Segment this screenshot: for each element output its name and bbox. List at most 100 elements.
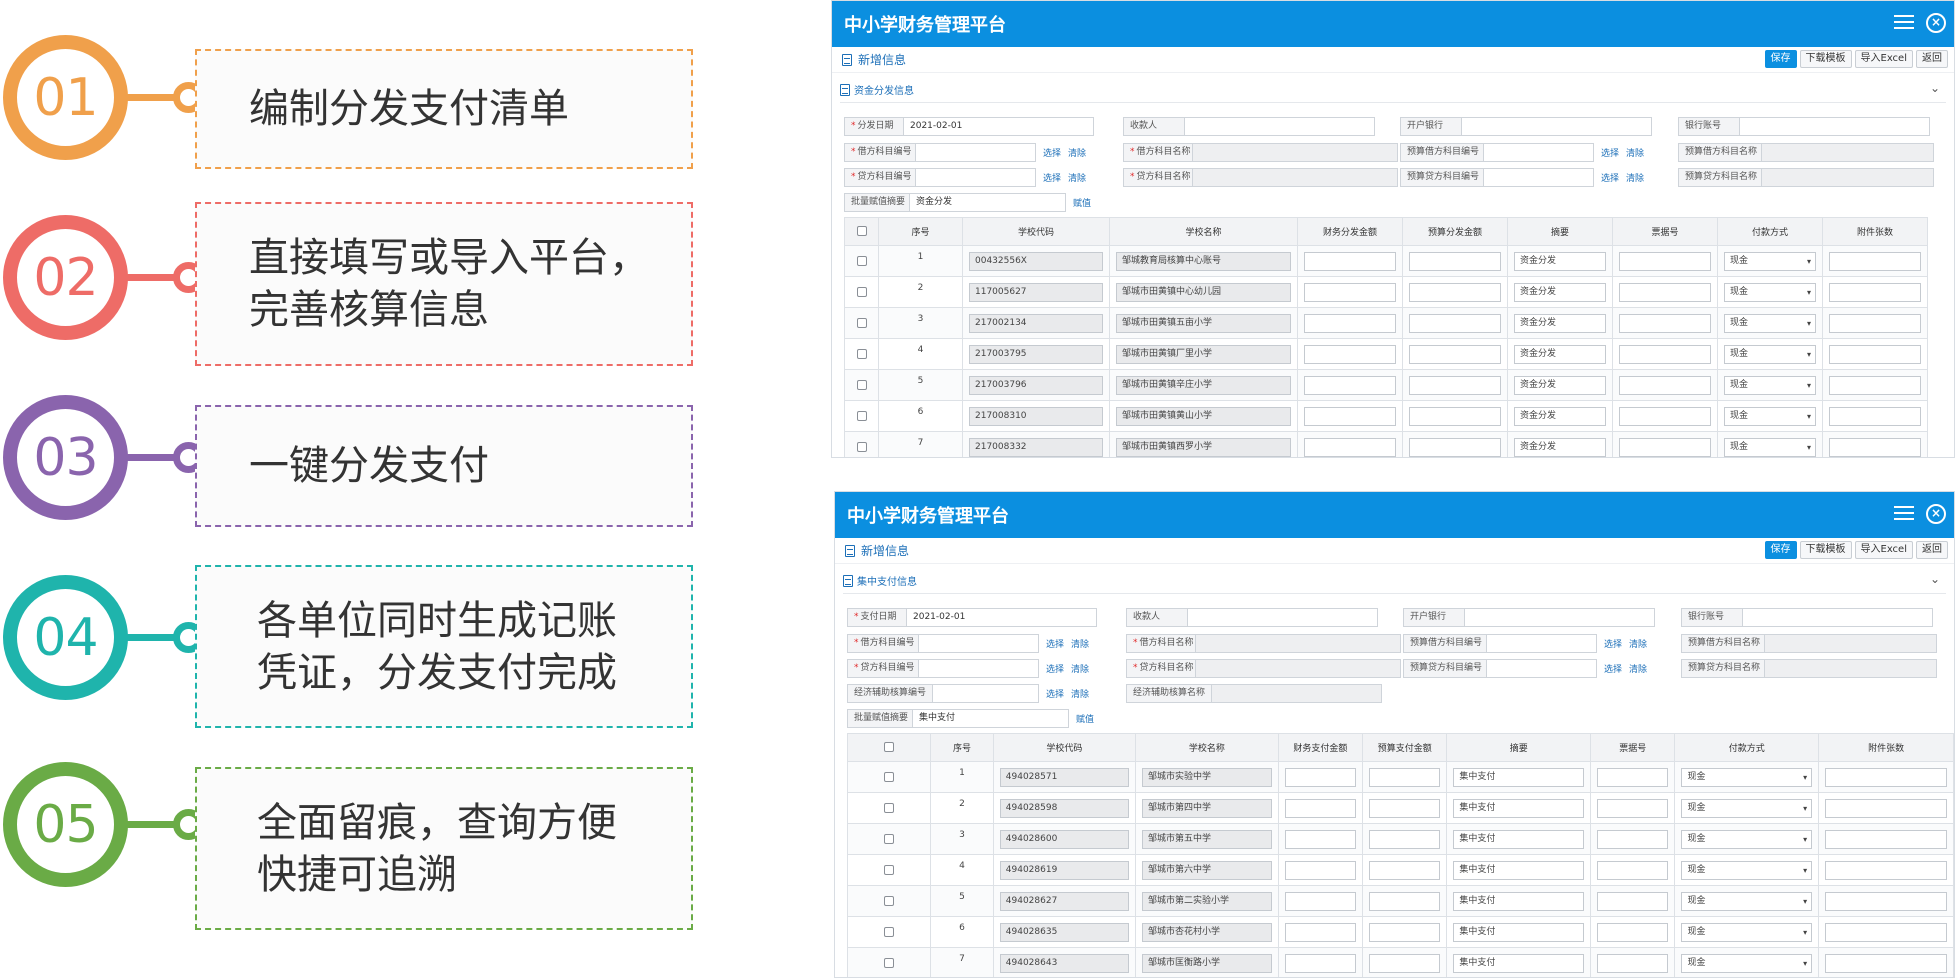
budget-debit-code-input[interactable]: [1487, 634, 1597, 653]
date-input[interactable]: 2021-02-01: [907, 608, 1097, 627]
payee-input[interactable]: [1188, 608, 1378, 627]
column-header[interactable]: 财务支付金额: [1277, 733, 1364, 762]
attachments-input[interactable]: [1829, 282, 1921, 302]
batch-input[interactable]: 集中支付: [913, 709, 1069, 728]
payment-method-select[interactable]: 现金 ▾: [1724, 437, 1816, 457]
budget-credit-name-input[interactable]: [1765, 659, 1937, 678]
memo-input[interactable]: 集中支付: [1453, 860, 1585, 880]
receipt-number-input[interactable]: [1597, 798, 1669, 818]
credit-name-input[interactable]: [1196, 659, 1401, 678]
budget-debit-name-input[interactable]: [1762, 143, 1934, 162]
attachments-input[interactable]: [1829, 375, 1921, 395]
budget-amount-input[interactable]: [1369, 798, 1441, 818]
budget-amount-input[interactable]: [1409, 282, 1501, 302]
column-header[interactable]: 付款方式: [1717, 217, 1823, 246]
row-checkbox[interactable]: [856, 286, 867, 297]
memo-input[interactable]: 集中支付: [1453, 891, 1585, 911]
receipt-number-input[interactable]: [1597, 922, 1669, 942]
column-header[interactable]: 附件张数: [1818, 733, 1954, 762]
budget-credit-code-select-link[interactable]: 选择: [1601, 171, 1619, 184]
budget-credit-name-input[interactable]: [1762, 168, 1934, 187]
receipt-number-input[interactable]: [1619, 313, 1711, 333]
budget-debit-code-clear-link[interactable]: 清除: [1629, 637, 1647, 650]
receipt-number-input[interactable]: [1597, 860, 1669, 880]
budget-credit-code-input[interactable]: [1487, 659, 1597, 678]
payment-method-select[interactable]: 现金 ▾: [1724, 375, 1816, 395]
new-info-tab[interactable]: 新增信息: [842, 51, 906, 68]
column-header[interactable]: 摘要: [1507, 217, 1613, 246]
chevron-down-icon[interactable]: ⌄: [1930, 572, 1940, 586]
payment-method-select[interactable]: 现金 ▾: [1724, 406, 1816, 426]
finance-amount-input[interactable]: [1284, 922, 1357, 942]
column-header[interactable]: 学校代码: [962, 217, 1110, 246]
debit-code-clear-link[interactable]: 清除: [1068, 146, 1086, 159]
column-header[interactable]: 序号: [878, 217, 963, 246]
receipt-number-input[interactable]: [1619, 437, 1711, 457]
receipt-number-input[interactable]: [1619, 375, 1711, 395]
payment-method-select[interactable]: 现金 ▾: [1681, 891, 1813, 911]
row-checkbox[interactable]: [884, 957, 895, 968]
import-excel-button[interactable]: 导入Excel: [1854, 541, 1913, 559]
budget-debit-code-input[interactable]: [1484, 143, 1594, 162]
debit-code-select-link[interactable]: 选择: [1046, 637, 1064, 650]
memo-input[interactable]: 资金分发: [1514, 406, 1606, 426]
save-button[interactable]: 保存: [1764, 541, 1797, 559]
column-header[interactable]: 票据号: [1612, 217, 1718, 246]
bank-input[interactable]: [1462, 117, 1652, 136]
budget-credit-code-select-link[interactable]: 选择: [1604, 662, 1622, 675]
budget-amount-input[interactable]: [1369, 891, 1441, 911]
close-icon[interactable]: ×: [1926, 13, 1946, 33]
row-checkbox[interactable]: [884, 833, 895, 844]
back-button[interactable]: 返回: [1916, 50, 1948, 68]
row-checkbox[interactable]: [856, 317, 867, 328]
budget-amount-input[interactable]: [1409, 344, 1501, 364]
econ-code-clear-link[interactable]: 清除: [1071, 687, 1089, 700]
budget-amount-input[interactable]: [1369, 922, 1441, 942]
memo-input[interactable]: 集中支付: [1453, 829, 1585, 849]
memo-input[interactable]: 集中支付: [1453, 922, 1585, 942]
debit-name-input[interactable]: [1196, 634, 1401, 653]
budget-credit-code-clear-link[interactable]: 清除: [1629, 662, 1647, 675]
date-input[interactable]: 2021-02-01: [904, 117, 1094, 136]
budget-amount-input[interactable]: [1369, 829, 1441, 849]
column-header[interactable]: 附件张数: [1822, 217, 1928, 246]
row-checkbox[interactable]: [856, 441, 867, 452]
budget-amount-input[interactable]: [1369, 953, 1441, 973]
econ-code-select-link[interactable]: 选择: [1046, 687, 1064, 700]
attachments-input[interactable]: [1825, 829, 1947, 849]
column-header[interactable]: 预算支付金额: [1362, 733, 1448, 762]
column-header[interactable]: 学校名称: [1135, 733, 1279, 762]
memo-input[interactable]: 资金分发: [1514, 313, 1606, 333]
account-input[interactable]: [1740, 117, 1930, 136]
section-header[interactable]: 集中支付信息 ⌄: [843, 568, 1946, 594]
row-checkbox[interactable]: [884, 926, 895, 937]
attachments-input[interactable]: [1829, 406, 1921, 426]
finance-amount-input[interactable]: [1284, 798, 1357, 818]
attachments-input[interactable]: [1829, 344, 1921, 364]
credit-code-clear-link[interactable]: 清除: [1071, 662, 1089, 675]
finance-amount-input[interactable]: [1304, 406, 1396, 426]
payment-method-select[interactable]: 现金 ▾: [1724, 282, 1816, 302]
attachments-input[interactable]: [1825, 953, 1947, 973]
column-header[interactable]: 摘要: [1446, 733, 1592, 762]
receipt-number-input[interactable]: [1597, 953, 1669, 973]
memo-input[interactable]: 集中支付: [1453, 953, 1585, 973]
budget-debit-code-clear-link[interactable]: 清除: [1626, 146, 1644, 159]
debit-code-input[interactable]: [916, 143, 1036, 162]
finance-amount-input[interactable]: [1284, 829, 1357, 849]
budget-debit-code-select-link[interactable]: 选择: [1601, 146, 1619, 159]
payment-method-select[interactable]: 现金 ▾: [1681, 953, 1813, 973]
payment-method-select[interactable]: 现金 ▾: [1681, 798, 1813, 818]
finance-amount-input[interactable]: [1304, 313, 1396, 333]
budget-amount-input[interactable]: [1409, 375, 1501, 395]
attachments-input[interactable]: [1825, 860, 1947, 880]
menu-icon[interactable]: [1894, 13, 1914, 31]
attachments-input[interactable]: [1825, 922, 1947, 942]
bank-input[interactable]: [1465, 608, 1655, 627]
new-info-tab[interactable]: 新增信息: [845, 542, 909, 559]
budget-amount-input[interactable]: [1369, 860, 1441, 880]
column-header[interactable]: 学校名称: [1109, 217, 1298, 246]
attachments-input[interactable]: [1825, 891, 1947, 911]
attachments-input[interactable]: [1829, 437, 1921, 457]
budget-credit-code-input[interactable]: [1484, 168, 1594, 187]
